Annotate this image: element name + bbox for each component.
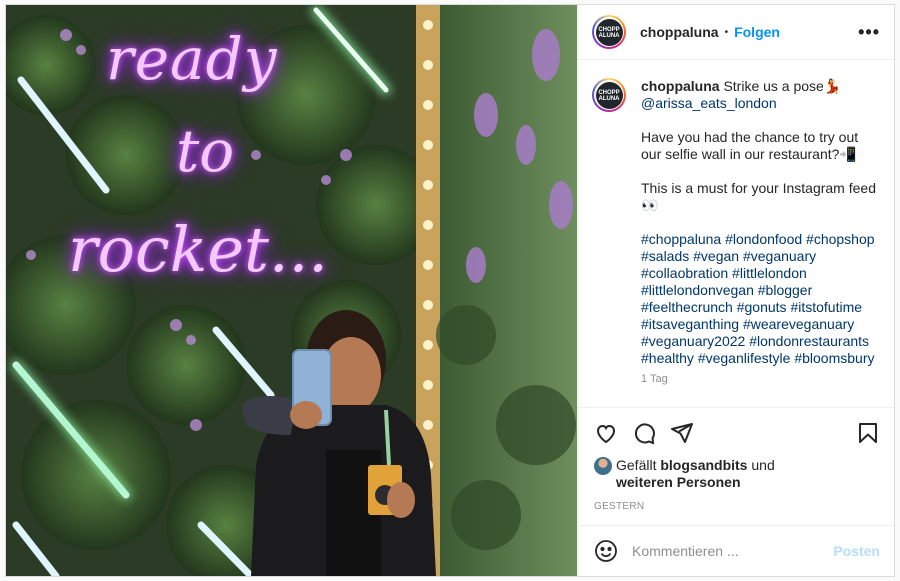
- caption-line-1: Strike us a pose💃: [719, 78, 842, 94]
- header-separator: •: [724, 26, 729, 38]
- caption-hashtags[interactable]: #choppaluna #londonfood #chopshop #salad…: [641, 231, 880, 367]
- more-options-icon[interactable]: •••: [858, 22, 880, 43]
- caption-paragraph-2: Have you had the chance to try out our s…: [641, 129, 859, 162]
- caption-author-avatar[interactable]: CHOPP ALUNA: [592, 78, 626, 112]
- post-side-panel: CHOPP ALUNA choppaluna • Folgen ••• CHOP…: [577, 5, 894, 576]
- likes-middle: und: [747, 457, 775, 473]
- likes-prefix: Gefällt: [616, 457, 661, 473]
- post-photo[interactable]: ready to rocket...: [6, 5, 577, 576]
- likes-text: Gefällt blogsandbits und weiteren Person…: [616, 457, 775, 491]
- instagram-post: ready to rocket... CHOPP ALUNA choppalun…: [5, 4, 895, 577]
- neon-sign-to: to: [176, 117, 235, 185]
- avatar-logo: CHOPP ALUNA: [595, 81, 623, 109]
- author-avatar[interactable]: CHOPP ALUNA: [592, 15, 626, 49]
- comment-form: Posten: [578, 525, 894, 576]
- emoji-icon[interactable]: [594, 539, 618, 563]
- neon-sign-rocket: rocket...: [68, 213, 328, 286]
- avatar-ring-inner: CHOPP ALUNA: [594, 80, 624, 110]
- heart-icon[interactable]: [594, 421, 618, 445]
- liker-username[interactable]: blogsandbits: [660, 457, 747, 473]
- avatar-logo: CHOPP ALUNA: [595, 18, 623, 46]
- caption-mention[interactable]: @arissa_eats_london: [641, 95, 777, 111]
- comment-icon[interactable]: [632, 421, 656, 445]
- share-icon[interactable]: [670, 421, 694, 445]
- avatar-ring-inner: CHOPP ALUNA: [594, 17, 624, 47]
- caption-time: 1 Tag: [641, 373, 668, 385]
- likes-summary: Gefällt blogsandbits und weiteren Person…: [578, 457, 894, 491]
- post-timestamp[interactable]: GESTERN: [578, 491, 894, 525]
- bookmark-icon[interactable]: [856, 421, 880, 445]
- post-header: CHOPP ALUNA choppaluna • Folgen •••: [578, 5, 894, 60]
- caption-paragraph-3: This is a must for your Instagram feed 👀: [641, 180, 876, 213]
- caption-mention-line: @arissa_eats_london: [641, 95, 880, 112]
- liker-avatar[interactable]: [594, 457, 612, 475]
- photo-scene: [6, 5, 577, 576]
- follow-button[interactable]: Folgen: [734, 24, 780, 40]
- post-comment-button[interactable]: Posten: [833, 543, 880, 559]
- caption-area[interactable]: CHOPP ALUNA choppaluna Strike us a pose💃…: [578, 60, 894, 407]
- likes-others-link[interactable]: weiteren Personen: [616, 474, 741, 490]
- neon-sign-ready: ready: [106, 25, 278, 93]
- caption-text: choppaluna Strike us a pose💃 @arissa_eat…: [641, 78, 880, 407]
- author-username[interactable]: choppaluna: [640, 24, 719, 40]
- comment-input[interactable]: [632, 543, 822, 559]
- action-bar: [578, 407, 894, 457]
- caption-username[interactable]: choppaluna: [641, 78, 720, 94]
- caption-first-line: choppaluna Strike us a pose💃: [641, 78, 880, 95]
